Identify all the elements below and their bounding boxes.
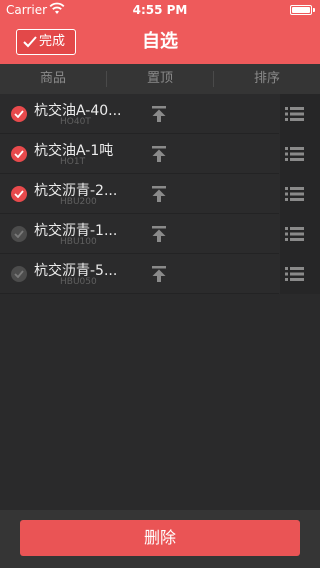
list-item[interactable]: 杭交油A-1吨 HO1T [0, 134, 320, 174]
delete-button[interactable]: 删除 [20, 520, 300, 556]
battery-icon [290, 5, 315, 15]
pin-to-top-icon[interactable] [150, 225, 168, 243]
list-item[interactable]: 杭交沥青-5... HBU050 [0, 254, 320, 294]
checkmark-icon [23, 36, 37, 48]
checkmark-icon [14, 270, 24, 278]
list-item[interactable]: 杭交沥青-1... HBU100 [0, 214, 320, 254]
nav-bar: 自选 完成 [0, 20, 320, 64]
product-code: HO40T [60, 117, 91, 127]
list-item[interactable]: 杭交沥青-2... HBU200 [0, 174, 320, 214]
clock: 4:55 PM [132, 3, 188, 17]
checkmark-icon [14, 190, 24, 198]
reorder-list-icon[interactable] [285, 107, 304, 121]
checkmark-icon [14, 150, 24, 158]
checkmark-icon [14, 110, 24, 118]
reorder-list-icon[interactable] [285, 147, 304, 161]
row-checkbox[interactable] [11, 226, 27, 242]
done-button-label: 完成 [39, 34, 66, 49]
pin-to-top-icon[interactable] [150, 265, 168, 283]
pin-to-top-icon[interactable] [150, 145, 168, 163]
product-code: HBU050 [60, 277, 97, 287]
row-separator [0, 293, 279, 294]
row-checkbox[interactable] [11, 266, 27, 282]
reorder-list-icon[interactable] [285, 267, 304, 281]
row-checkbox[interactable] [11, 186, 27, 202]
column-pin-top: 置顶 [146, 71, 173, 86]
reorder-list-icon[interactable] [285, 227, 304, 241]
reorder-list-icon[interactable] [285, 187, 304, 201]
pin-to-top-icon[interactable] [150, 105, 168, 123]
product-code: HBU100 [60, 237, 97, 247]
product-code: HO1T [60, 157, 86, 167]
row-checkbox[interactable] [11, 146, 27, 162]
product-code: HBU200 [60, 197, 97, 207]
watchlist: 杭交油A-40... HO40T 杭交油A-1吨 HO1T 杭交沥青-2... … [0, 94, 320, 294]
column-product: 商品 [39, 71, 66, 86]
checkmark-icon [14, 230, 24, 238]
battery-level [292, 7, 310, 13]
done-button[interactable]: 完成 [16, 29, 76, 55]
pin-to-top-icon[interactable] [150, 185, 168, 203]
list-item[interactable]: 杭交油A-40... HO40T [0, 94, 320, 134]
status-bar: Carrier 4:55 PM [0, 0, 320, 20]
column-header: 商品 置顶 排序 [0, 64, 320, 94]
row-checkbox[interactable] [11, 106, 27, 122]
column-sort: 排序 [253, 71, 280, 86]
bottom-bar: 删除 [0, 510, 320, 568]
